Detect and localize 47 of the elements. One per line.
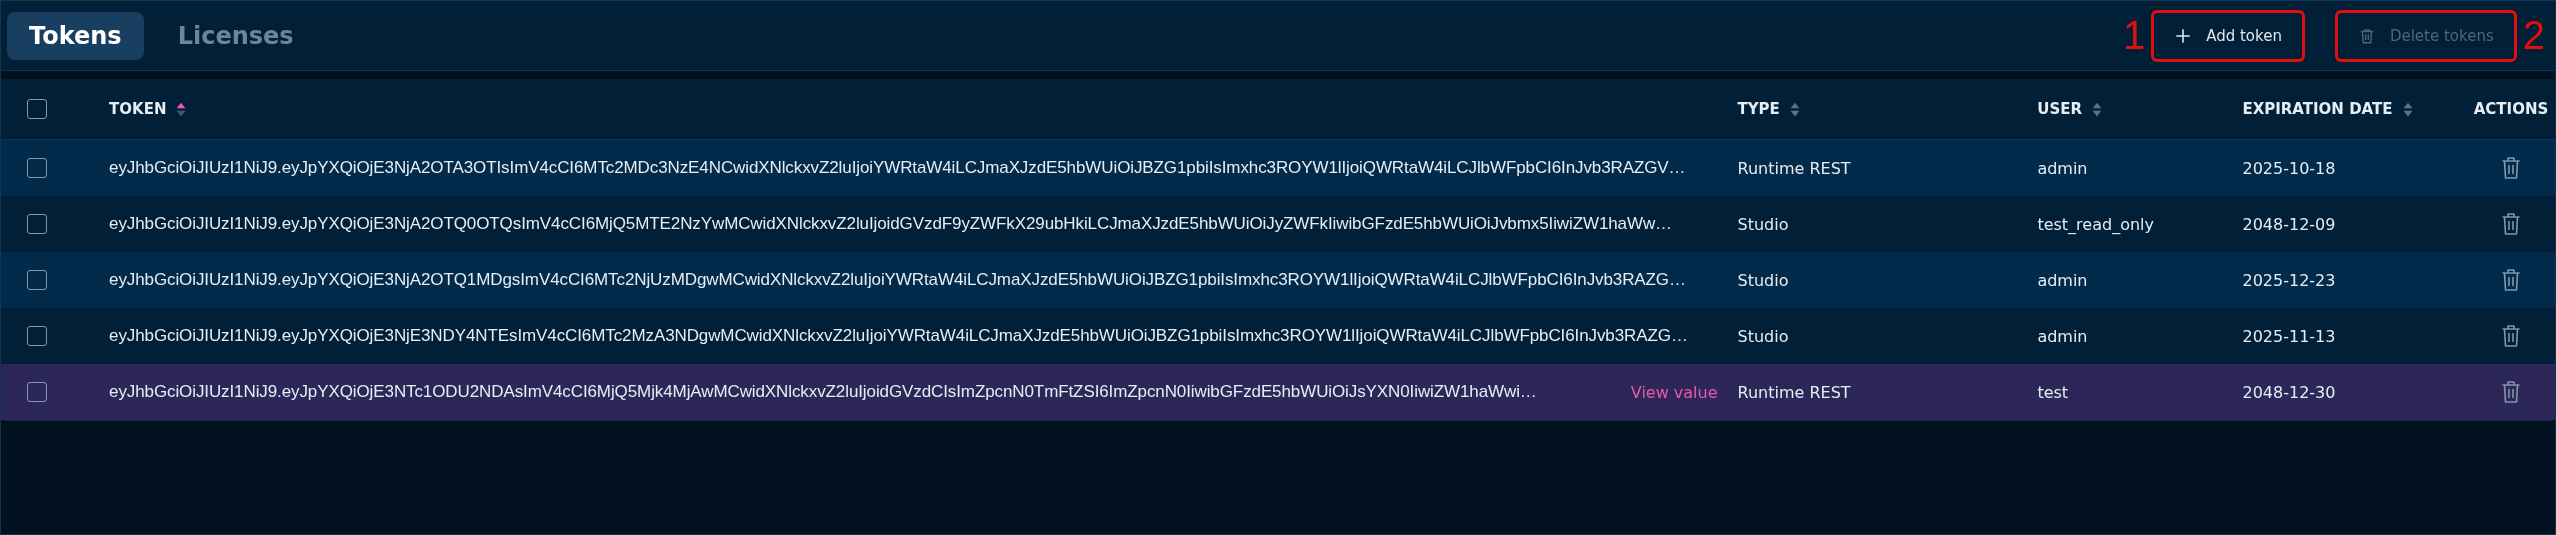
token-user: admin <box>2037 158 2088 178</box>
column-header: TYPE <box>1737 100 1780 118</box>
tab[interactable]: Licenses <box>155 11 316 60</box>
token-value: eyJhbGciOiJIUzI1NiJ9.eyJpYXQiOjE3NjE3NDY4NTEsImV4cCI6MTc2MzA3NDgwMCwidXNlckxvZ2luIjoiYWRtaW4iLCJmaXJzdE5hbWUiOiJBZG1pbiIsImxhc3ROYW1lIjoiQWRtaW4iLCJlbWFpbCI6InJvb3RAZG… <box>109 326 1688 346</box>
column-header: EXPIRATION DATE <box>2242 100 2393 118</box>
token-value: eyJhbGciOiJIUzI1NiJ9.eyJpYXQiOjE3NjA2OTQ1MDgsImV4cCI6MTc2NjUzMDgwMCwidXNlckxvZ2luIjoiYWRtaW4iLCJmaXJzdE5hbWUiOiJBZG1pbiIsImxhc3ROYW1lIjoiQWRtaW4iLCJlbWFpbCI6InJvb3RAZG… <box>109 270 1686 290</box>
row-checkbox[interactable] <box>27 270 47 290</box>
delete-icon[interactable] <box>2501 324 2522 348</box>
select-all-checkbox[interactable] <box>27 99 47 119</box>
token-user: test <box>2037 382 2069 402</box>
token-value: eyJhbGciOiJIUzI1NiJ9.eyJpYXQiOjE3NjA2OTA3OTIsImV4cCI6MTc2MDc3NzE4NCwidXNlckxvZ2luIjoiYWRtaW4iLCJmaXJzdE5hbWUiOiJBZG1pbiIsImxhc3ROYW1lIjoiQWRtaW4iLCJlbWFpbCI6InJvb3RAZGV… <box>109 158 1686 178</box>
token-user: admin <box>2037 326 2088 346</box>
sort-icon[interactable] <box>1789 101 1800 117</box>
delete-icon[interactable] <box>2501 156 2522 180</box>
row-checkbox[interactable] <box>27 326 47 346</box>
token-user: admin <box>2037 270 2088 290</box>
delete-icon[interactable] <box>2501 268 2522 292</box>
row-checkbox[interactable] <box>27 158 47 178</box>
token-type: Studio <box>1737 326 1789 346</box>
view-value-link[interactable]: View value <box>1630 382 1718 402</box>
sort-icon[interactable] <box>2092 101 2103 117</box>
token-type: Runtime REST <box>1737 158 1851 178</box>
sort-icon[interactable] <box>176 101 187 117</box>
token-type: Runtime REST <box>1737 382 1851 402</box>
column-header: TOKEN <box>109 100 167 118</box>
delete-icon[interactable] <box>2501 380 2522 404</box>
plus-icon <box>2174 26 2193 45</box>
row-checkbox[interactable] <box>27 214 47 234</box>
token-value: eyJhbGciOiJIUzI1NiJ9.eyJpYXQiOjE3NjA2OTQ0OTQsImV4cCI6MjQ5MTE2NzYwMCwidXNlckxvZ2luIjoidGVzdF9yZWFkX29ubHkiLCJmaXJzdE5hbWUiOiJyZWFkIiwibGFzdE5hbWUiOiJvbmx5IiwiZW1haWw… <box>109 214 1672 234</box>
token-type: Studio <box>1737 214 1789 234</box>
expiration-date: 2025-10-18 <box>2242 158 2336 178</box>
sort-icon[interactable] <box>2402 101 2413 117</box>
expiration-date: 2025-12-23 <box>2242 270 2336 290</box>
expiration-date: 2048-12-30 <box>2242 382 2336 402</box>
annotation-number: 2 <box>2522 13 2545 58</box>
tab[interactable]: Tokens <box>7 11 144 60</box>
expiration-date: 2048-12-09 <box>2242 214 2336 234</box>
token-value: eyJhbGciOiJIUzI1NiJ9.eyJpYXQiOjE3NTc1ODU2NDAsImV4cCI6MjQ5Mjk4MjAwMCwidXNlckxvZ2luIjoidGVzdCIsImZpcnN0TmFtZSI6ImZpcnN0IiwibGFzdE5hbWUiOiJsYXN0IiwiZW1haWwi… <box>109 382 1537 402</box>
column-header: USER <box>2037 100 2083 118</box>
row-checkbox[interactable] <box>27 382 47 402</box>
token-type: Studio <box>1737 270 1789 290</box>
add-token-button[interactable]: Add token <box>2151 9 2305 62</box>
annotation-number: 1 <box>2122 13 2146 58</box>
token-user: test_read_only <box>2037 214 2154 234</box>
expiration-date: 2025-11-13 <box>2242 326 2336 346</box>
delete-icon[interactable] <box>2501 212 2522 236</box>
column-header: ACTIONS <box>2473 100 2549 118</box>
